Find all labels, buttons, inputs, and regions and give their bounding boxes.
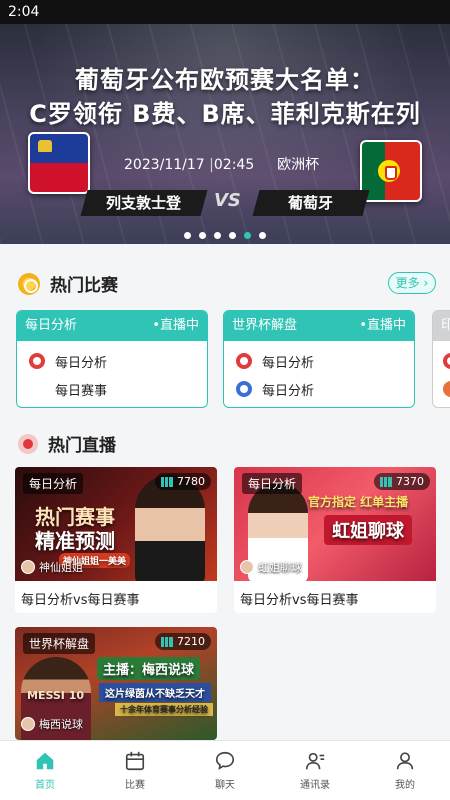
team-red-icon <box>443 353 450 369</box>
profile-icon <box>396 752 414 770</box>
vs-label: VS <box>214 190 241 211</box>
hot-live-header: 热门直播 <box>18 431 116 456</box>
hot-matches-header: 热门比赛 <box>18 271 118 296</box>
carousel-indicator <box>0 224 450 243</box>
match-card[interactable]: 每日分析 •直播中 每日分析 每日赛事 <box>16 310 208 408</box>
match-card-partial[interactable]: 印 <box>432 310 450 408</box>
team-name: 每日赛事 <box>55 383 108 399</box>
live-record-icon <box>18 433 38 454</box>
carousel-dot-active[interactable] <box>244 232 251 239</box>
tab-contacts[interactable]: 通讯录 <box>270 741 360 800</box>
team-red-icon <box>29 353 45 369</box>
card-category: 每日分析 <box>25 318 78 333</box>
carousel-dot[interactable] <box>214 232 221 239</box>
chat-icon <box>215 751 235 770</box>
tab-chat[interactable]: 聊天 <box>180 741 270 800</box>
stream-category-tag: 每日分析 <box>242 473 303 494</box>
card-category: 印 <box>441 311 450 341</box>
stream-thumbnail: 官方指定 红单主播 虹姐聊球 每日分析 7370 虹姐聊球 <box>234 467 436 581</box>
team-name: 每日分析 <box>262 383 315 399</box>
chevron-right-icon: › <box>419 276 429 290</box>
live-stream-card[interactable]: 热门赛事 精准预测 神仙姐姐一美美 每日分析 7780 神仙姐姐 每日分析vs每… <box>15 467 217 613</box>
signal-bars-icon <box>161 636 173 647</box>
stream-category-tag: 世界杯解盘 <box>23 633 96 654</box>
tab-label: 我的 <box>395 780 415 791</box>
match-competition: 欧洲杯 <box>277 157 320 173</box>
team-left-label: 列支敦士登 <box>80 190 208 216</box>
match-card[interactable]: 世界杯解盘 •直播中 每日分析 每日分析 <box>223 310 415 408</box>
home-icon <box>36 752 54 770</box>
trophy-medal-icon <box>18 272 40 295</box>
portugal-flag-icon <box>360 140 422 202</box>
carousel-dot[interactable] <box>229 232 236 239</box>
promo-line2: 虹姐聊球 <box>324 515 412 545</box>
match-date: 2023/11/17 <box>124 157 205 173</box>
stream-thumbnail: MESSI 10 主播：梅西说球 这片绿茵从不缺乏天才 十余年体育赛事分析经验 … <box>15 627 217 740</box>
stream-caption: 每日分析vs每日赛事 <box>21 593 140 608</box>
jersey-text: MESSI 10 <box>27 689 85 702</box>
promo-line1: 官方指定 红单主播 <box>308 495 409 509</box>
team-name: 每日分析 <box>262 355 315 371</box>
stream-category-tag: 每日分析 <box>23 473 84 494</box>
calendar-icon <box>125 751 145 771</box>
tab-label: 通讯录 <box>300 780 330 791</box>
status-bar: 2:04 <box>0 0 450 24</box>
team-red-icon <box>236 353 252 369</box>
banner-title-line1: 葡萄牙公布欧预赛大名单： <box>75 66 375 94</box>
live-status: •直播中 <box>359 318 406 333</box>
streamer-info: 虹姐聊球 <box>240 559 302 575</box>
promo-line2: 精准预测 <box>35 529 115 553</box>
tab-label: 聊天 <box>215 780 235 791</box>
team-right-label: 葡萄牙 <box>252 190 370 216</box>
more-button[interactable]: 更多 › <box>388 272 436 294</box>
hot-live-title: 热门直播 <box>48 436 116 456</box>
team-orange-icon <box>443 381 450 397</box>
banner-title-line2: C罗领衔 B费、B席、菲利克斯在列 <box>29 100 421 128</box>
streamer-info: 梅西说球 <box>21 716 83 732</box>
avatar <box>21 560 35 574</box>
viewer-count: 7780 <box>155 473 211 490</box>
promo-line1: 主播：梅西说球 <box>97 657 201 680</box>
streamer-image <box>135 475 205 581</box>
tab-matches[interactable]: 比赛 <box>90 741 180 800</box>
status-time: 2:04 <box>8 4 40 20</box>
stream-thumbnail: 热门赛事 精准预测 神仙姐姐一美美 每日分析 7780 神仙姐姐 <box>15 467 217 581</box>
banner-carousel[interactable]: 葡萄牙公布欧预赛大名单： C罗领衔 B费、B席、菲利克斯在列 2023/11/1… <box>0 24 450 244</box>
liechtenstein-flag-icon <box>28 132 90 194</box>
contacts-icon <box>305 752 325 770</box>
bottom-tab-bar: 首页 比赛 聊天 通讯录 我的 <box>0 740 450 800</box>
hot-matches-title: 热门比赛 <box>50 276 118 296</box>
team-blue-icon <box>236 381 252 397</box>
tab-label: 首页 <box>35 780 55 791</box>
avatar <box>240 560 254 574</box>
tab-home[interactable]: 首页 <box>0 741 90 800</box>
viewer-count: 7210 <box>155 633 211 650</box>
tab-label: 比赛 <box>125 780 145 791</box>
live-stream-card[interactable]: 官方指定 红单主播 虹姐聊球 每日分析 7370 虹姐聊球 每日分析vs每日赛事 <box>234 467 436 613</box>
viewer-count: 7370 <box>374 473 430 490</box>
promo-line2: 这片绿茵从不缺乏天才 <box>99 683 211 702</box>
carousel-dot[interactable] <box>259 232 266 239</box>
stream-caption: 每日分析vs每日赛事 <box>240 593 359 608</box>
card-category: 世界杯解盘 <box>232 318 298 333</box>
live-stream-card[interactable]: MESSI 10 主播：梅西说球 这片绿茵从不缺乏天才 十余年体育赛事分析经验 … <box>15 627 217 740</box>
promo-subtitle: 十余年体育赛事分析经验 <box>115 703 213 716</box>
signal-bars-icon <box>380 476 392 487</box>
signal-bars-icon <box>161 476 173 487</box>
team-name: 每日分析 <box>55 355 108 371</box>
tab-profile[interactable]: 我的 <box>360 741 450 800</box>
avatar <box>21 717 35 731</box>
carousel-dot[interactable] <box>184 232 191 239</box>
streamer-info: 神仙姐姐 <box>21 559 83 575</box>
match-info: 2023/11/17 |02:45 欧洲杯 <box>124 157 320 173</box>
carousel-dot[interactable] <box>199 232 206 239</box>
live-status: •直播中 <box>152 318 199 333</box>
match-time: 02:45 <box>213 157 255 173</box>
